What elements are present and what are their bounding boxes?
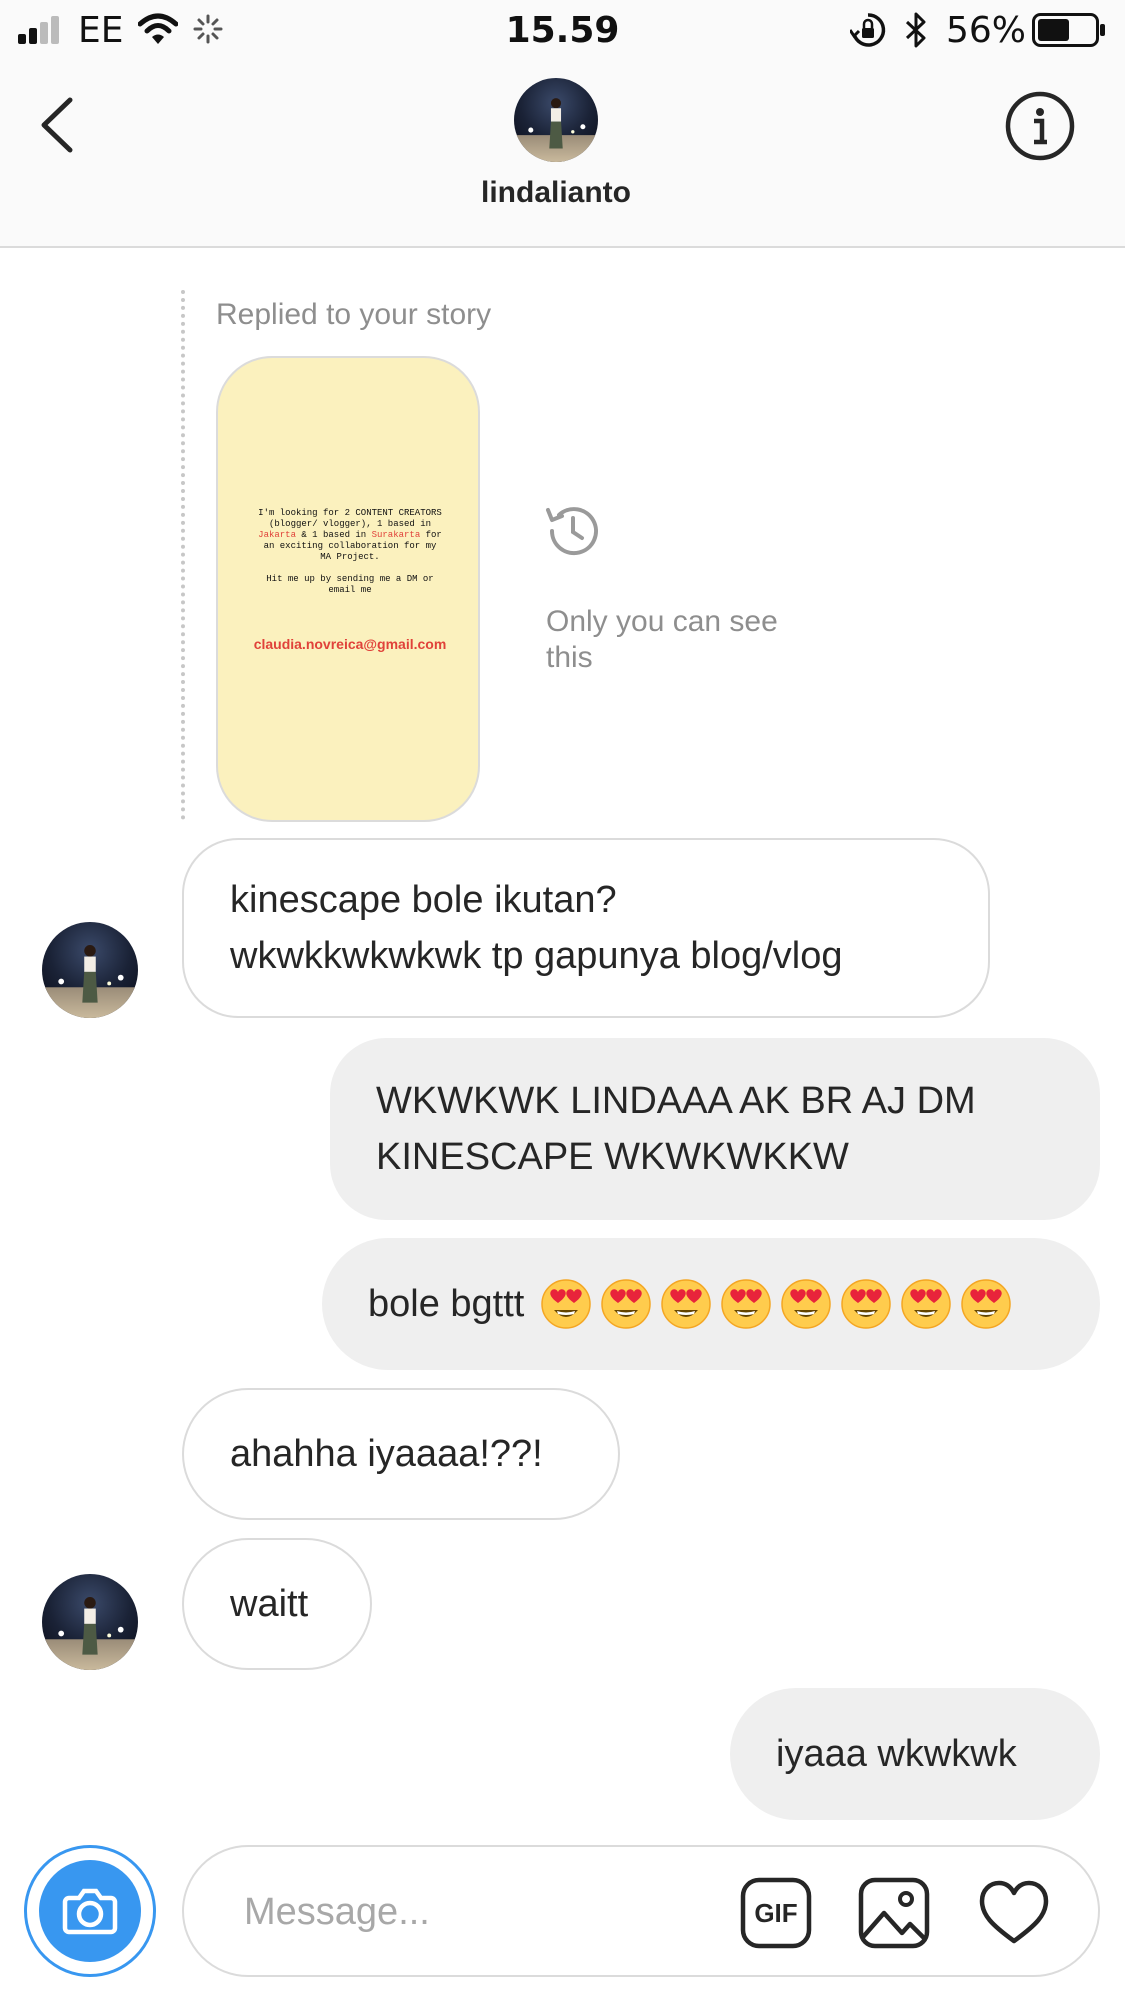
incoming-message[interactable]: kinescape bole ikutan? wkwkkwkwkwk tp ga… bbox=[182, 838, 990, 1018]
message-text: kinescape bole ikutan? wkwkkwkwkwk tp ga… bbox=[230, 879, 843, 977]
story-city-jakarta: Jakarta bbox=[258, 530, 296, 540]
camera-button[interactable] bbox=[24, 1845, 156, 1977]
battery-percentage: 56% bbox=[946, 10, 1027, 51]
contact-avatar[interactable] bbox=[42, 922, 138, 1018]
story-text: I'm looking for 2 CONTENT CREATORS (blog… bbox=[218, 508, 478, 596]
heart-eyes-emoji bbox=[661, 1279, 712, 1329]
heart-eyes-emoji bbox=[721, 1279, 772, 1329]
outgoing-message[interactable]: WKWKWK LINDAAA AK BR AJ DM KINESCAPE WKW… bbox=[330, 1038, 1100, 1220]
camera-button-fill bbox=[39, 1860, 141, 1962]
message-composer: GIF bbox=[182, 1845, 1100, 1977]
story-text-part4: Hit me up by sending me a DM or email me bbox=[266, 574, 434, 595]
contact-avatar[interactable] bbox=[514, 78, 598, 162]
heart-eyes-emoji bbox=[901, 1279, 952, 1329]
story-preview[interactable]: I'm looking for 2 CONTENT CREATORS (blog… bbox=[216, 356, 480, 822]
heart-eyes-emoji bbox=[601, 1279, 652, 1329]
incoming-message[interactable]: waitt bbox=[182, 1538, 372, 1670]
message-text: ahahha iyaaaa!??! bbox=[230, 1433, 543, 1475]
heart-eyes-emoji bbox=[541, 1279, 592, 1329]
history-icon bbox=[546, 507, 598, 556]
story-city-surakarta: Surakarta bbox=[371, 530, 421, 540]
avatar-photo bbox=[42, 922, 138, 1018]
gif-button[interactable]: GIF bbox=[740, 1877, 812, 1949]
message-text: iyaaa wkwkwk bbox=[776, 1733, 1017, 1775]
back-button[interactable] bbox=[30, 92, 90, 158]
bluetooth-icon bbox=[905, 12, 926, 48]
contact-username[interactable]: lindalianto bbox=[0, 176, 1112, 210]
emoji-row bbox=[540, 1278, 1012, 1330]
heart-eyes-emoji bbox=[961, 1279, 1012, 1329]
story-email: claudia.novreica@gmail.com bbox=[253, 636, 447, 652]
chat-header: lindalianto bbox=[0, 62, 1125, 248]
story-text-part2: & 1 based in bbox=[295, 530, 372, 540]
camera-icon bbox=[62, 1888, 118, 1935]
contact-avatar[interactable] bbox=[42, 1574, 138, 1670]
replied-to-story-label: Replied to your story bbox=[216, 298, 492, 331]
status-bar: EE 15.59 56% bbox=[0, 0, 1125, 62]
story-text-part1: I'm looking for 2 CONTENT CREATORS (blog… bbox=[258, 508, 442, 529]
gif-label: GIF bbox=[754, 1898, 797, 1928]
message-text: WKWKWK LINDAAA AK BR AJ DM KINESCAPE WKW… bbox=[376, 1080, 976, 1178]
gallery-icon[interactable] bbox=[858, 1877, 930, 1949]
heart-icon[interactable] bbox=[978, 1877, 1050, 1949]
heart-eyes-emoji bbox=[841, 1279, 892, 1329]
rotation-lock-icon bbox=[850, 13, 886, 47]
incoming-message[interactable]: ahahha iyaaaa!??! bbox=[182, 1388, 620, 1520]
outgoing-message[interactable]: iyaaa wkwkwk bbox=[730, 1688, 1100, 1820]
privacy-note: Only you can see this bbox=[546, 605, 778, 674]
heart-eyes-emoji bbox=[781, 1279, 832, 1329]
info-icon[interactable] bbox=[1004, 90, 1076, 162]
reply-thread-line bbox=[181, 290, 185, 820]
outgoing-message[interactable]: bole bgttt bbox=[322, 1238, 1100, 1370]
avatar-photo bbox=[42, 1574, 138, 1670]
message-text: bole bgttt bbox=[368, 1283, 525, 1325]
message-input[interactable] bbox=[244, 1877, 684, 1947]
avatar-photo bbox=[514, 78, 598, 162]
battery-icon bbox=[1032, 13, 1105, 47]
message-text: waitt bbox=[230, 1583, 309, 1625]
